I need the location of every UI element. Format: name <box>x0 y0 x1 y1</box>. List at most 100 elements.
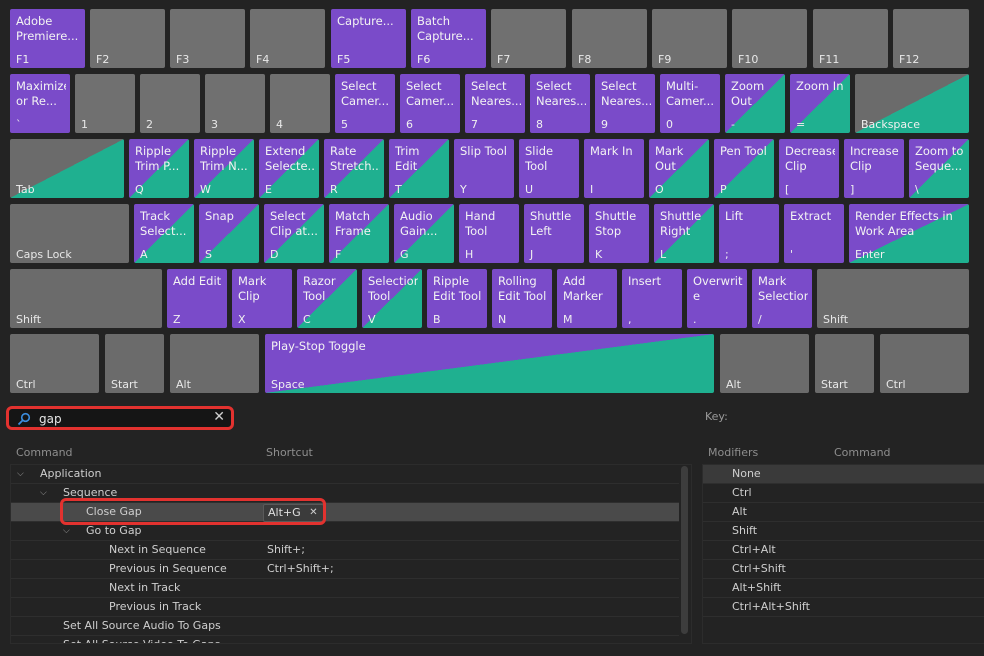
key-g[interactable]: Audio Gain... G <box>394 204 454 263</box>
command-row[interactable]: Next in Sequence Shift+; <box>11 541 679 560</box>
modifier-row[interactable]: Ctrl <box>703 484 984 503</box>
tree-row-application[interactable]: ⌵ Application <box>11 465 679 484</box>
modifier-row[interactable]: Alt <box>703 503 984 522</box>
chevron-down-icon[interactable]: ⌵ <box>40 484 47 502</box>
key-l[interactable]: Shuttle Right L <box>654 204 714 263</box>
key-start-right[interactable]: Start <box>815 334 874 393</box>
key-8[interactable]: Select Neares... 8 <box>530 74 590 133</box>
command-row[interactable]: Previous in Track <box>11 598 679 617</box>
key-6[interactable]: Select Camer... 6 <box>400 74 460 133</box>
key-shift-right[interactable]: Shift <box>817 269 969 328</box>
key-9[interactable]: Select Neares... 9 <box>595 74 655 133</box>
key-alt-left[interactable]: Alt <box>170 334 259 393</box>
key-period[interactable]: Overwrite. <box>687 269 747 328</box>
command-row[interactable]: Set All Source Audio To Gaps <box>11 617 679 636</box>
key-x[interactable]: Mark Clip X <box>232 269 292 328</box>
command-list-scrollbar[interactable] <box>681 466 688 634</box>
key-backspace[interactable]: Backspace <box>855 74 969 133</box>
key-c[interactable]: Razor Tool C <box>297 269 357 328</box>
key-f4[interactable]: F4 <box>250 9 325 68</box>
chevron-down-icon[interactable]: ⌵ <box>17 465 24 483</box>
modifier-row[interactable]: Ctrl+Alt <box>703 541 984 560</box>
modifier-row[interactable]: Alt+Shift <box>703 579 984 598</box>
key-ctrl-right[interactable]: Ctrl <box>880 334 969 393</box>
key-f7[interactable]: F7 <box>491 9 566 68</box>
key-v[interactable]: Selection Tool V <box>362 269 422 328</box>
search-box[interactable]: ✕ <box>6 406 234 430</box>
command-row-close-gap[interactable]: Close Gap Alt+G ✕ <box>11 503 679 522</box>
key-equals[interactable]: Zoom In = <box>790 74 850 133</box>
tree-row-go-to-gap[interactable]: ⌵ Go to Gap <box>11 522 679 541</box>
key-f6[interactable]: Batch Capture... F6 <box>411 9 486 68</box>
key-enter[interactable]: Render Effects in Work Area Enter <box>849 204 969 263</box>
modifier-row[interactable]: Ctrl+Shift <box>703 560 984 579</box>
key-7[interactable]: Select Neares... 7 <box>465 74 525 133</box>
key-f10[interactable]: F10 <box>732 9 807 68</box>
shortcut-chip[interactable]: Alt+G ✕ <box>263 504 324 522</box>
key-space[interactable]: Play-Stop Toggle Space <box>265 334 714 393</box>
key-k[interactable]: Shuttle Stop K <box>589 204 649 263</box>
key-left-bracket[interactable]: Decrease Clip Vo... [ <box>779 139 839 198</box>
key-4[interactable]: 4 <box>270 74 330 133</box>
command-row[interactable]: Set All Source Video To Gaps <box>11 636 679 643</box>
remove-shortcut-icon[interactable]: ✕ <box>309 505 317 520</box>
key-right-bracket[interactable]: Increase Clip Vo...] <box>844 139 904 198</box>
key-h[interactable]: Hand Tool H <box>459 204 519 263</box>
key-f3[interactable]: F3 <box>170 9 245 68</box>
key-1[interactable]: 1 <box>75 74 135 133</box>
key-shift-left[interactable]: Shift <box>10 269 162 328</box>
key-tab[interactable]: Tab <box>10 139 124 198</box>
clear-search-icon[interactable]: ✕ <box>213 409 225 425</box>
key-t[interactable]: Trim Edit T <box>389 139 449 198</box>
key-j[interactable]: Shuttle Left J <box>524 204 584 263</box>
modifier-row[interactable]: Shift <box>703 522 984 541</box>
key-r[interactable]: Rate Stretch... R <box>324 139 384 198</box>
key-m[interactable]: Add Marker M <box>557 269 617 328</box>
command-column-header[interactable]: Command <box>16 446 73 459</box>
key-2[interactable]: 2 <box>140 74 200 133</box>
key-f9[interactable]: F9 <box>652 9 727 68</box>
key-semicolon[interactable]: Lift; <box>719 204 779 263</box>
key-f11[interactable]: F11 <box>813 9 888 68</box>
key-b[interactable]: Ripple Edit Tool B <box>427 269 487 328</box>
key-p[interactable]: Pen Tool P <box>714 139 774 198</box>
shortcut-column-header[interactable]: Shortcut <box>266 446 313 459</box>
search-input[interactable] <box>39 411 199 427</box>
key-f1[interactable]: Adobe Premiere... F1 <box>10 9 85 68</box>
modifiers-column-header[interactable]: Modifiers <box>708 446 758 459</box>
key-f5[interactable]: Capture... F5 <box>331 9 406 68</box>
key-i[interactable]: Mark In I <box>584 139 644 198</box>
tree-row-sequence[interactable]: ⌵ Sequence <box>11 484 679 503</box>
modifier-command-column-header[interactable]: Command <box>834 446 891 459</box>
key-q[interactable]: Ripple Trim P... Q <box>129 139 189 198</box>
key-f2[interactable]: F2 <box>90 9 165 68</box>
modifier-row[interactable]: None <box>703 465 984 484</box>
chevron-down-icon[interactable]: ⌵ <box>63 522 70 540</box>
key-quote[interactable]: Extract ' <box>784 204 844 263</box>
key-backslash[interactable]: Zoom to Seque... \ <box>909 139 969 198</box>
key-f8[interactable]: F8 <box>572 9 647 68</box>
key-s[interactable]: Snap S <box>199 204 259 263</box>
modifier-row[interactable]: Ctrl+Alt+Shift <box>703 598 984 617</box>
key-ctrl-left[interactable]: Ctrl <box>10 334 99 393</box>
key-minus[interactable]: Zoom Out - <box>725 74 785 133</box>
key-u[interactable]: Slide Tool U <box>519 139 579 198</box>
key-caps-lock[interactable]: Caps Lock <box>10 204 129 263</box>
key-backtick[interactable]: Maximize or Re... ` <box>10 74 70 133</box>
key-comma[interactable]: Insert, <box>622 269 682 328</box>
command-row[interactable]: Previous in Sequence Ctrl+Shift+; <box>11 560 679 579</box>
key-alt-right[interactable]: Alt <box>720 334 809 393</box>
key-n[interactable]: Rolling Edit Tool N <box>492 269 552 328</box>
key-3[interactable]: 3 <box>205 74 265 133</box>
key-y[interactable]: Slip Tool Y <box>454 139 514 198</box>
key-d[interactable]: Select Clip at... D <box>264 204 324 263</box>
key-a[interactable]: Track Select... A <box>134 204 194 263</box>
key-slash[interactable]: Mark Selection / <box>752 269 812 328</box>
key-f12[interactable]: F12 <box>893 9 969 68</box>
key-z[interactable]: Add Edit Z <box>167 269 227 328</box>
key-5[interactable]: Select Camer... 5 <box>335 74 395 133</box>
key-f[interactable]: Match Frame F <box>329 204 389 263</box>
key-start-left[interactable]: Start <box>105 334 164 393</box>
key-e[interactable]: Extend Selecte... E <box>259 139 319 198</box>
key-w[interactable]: Ripple Trim N... W <box>194 139 254 198</box>
